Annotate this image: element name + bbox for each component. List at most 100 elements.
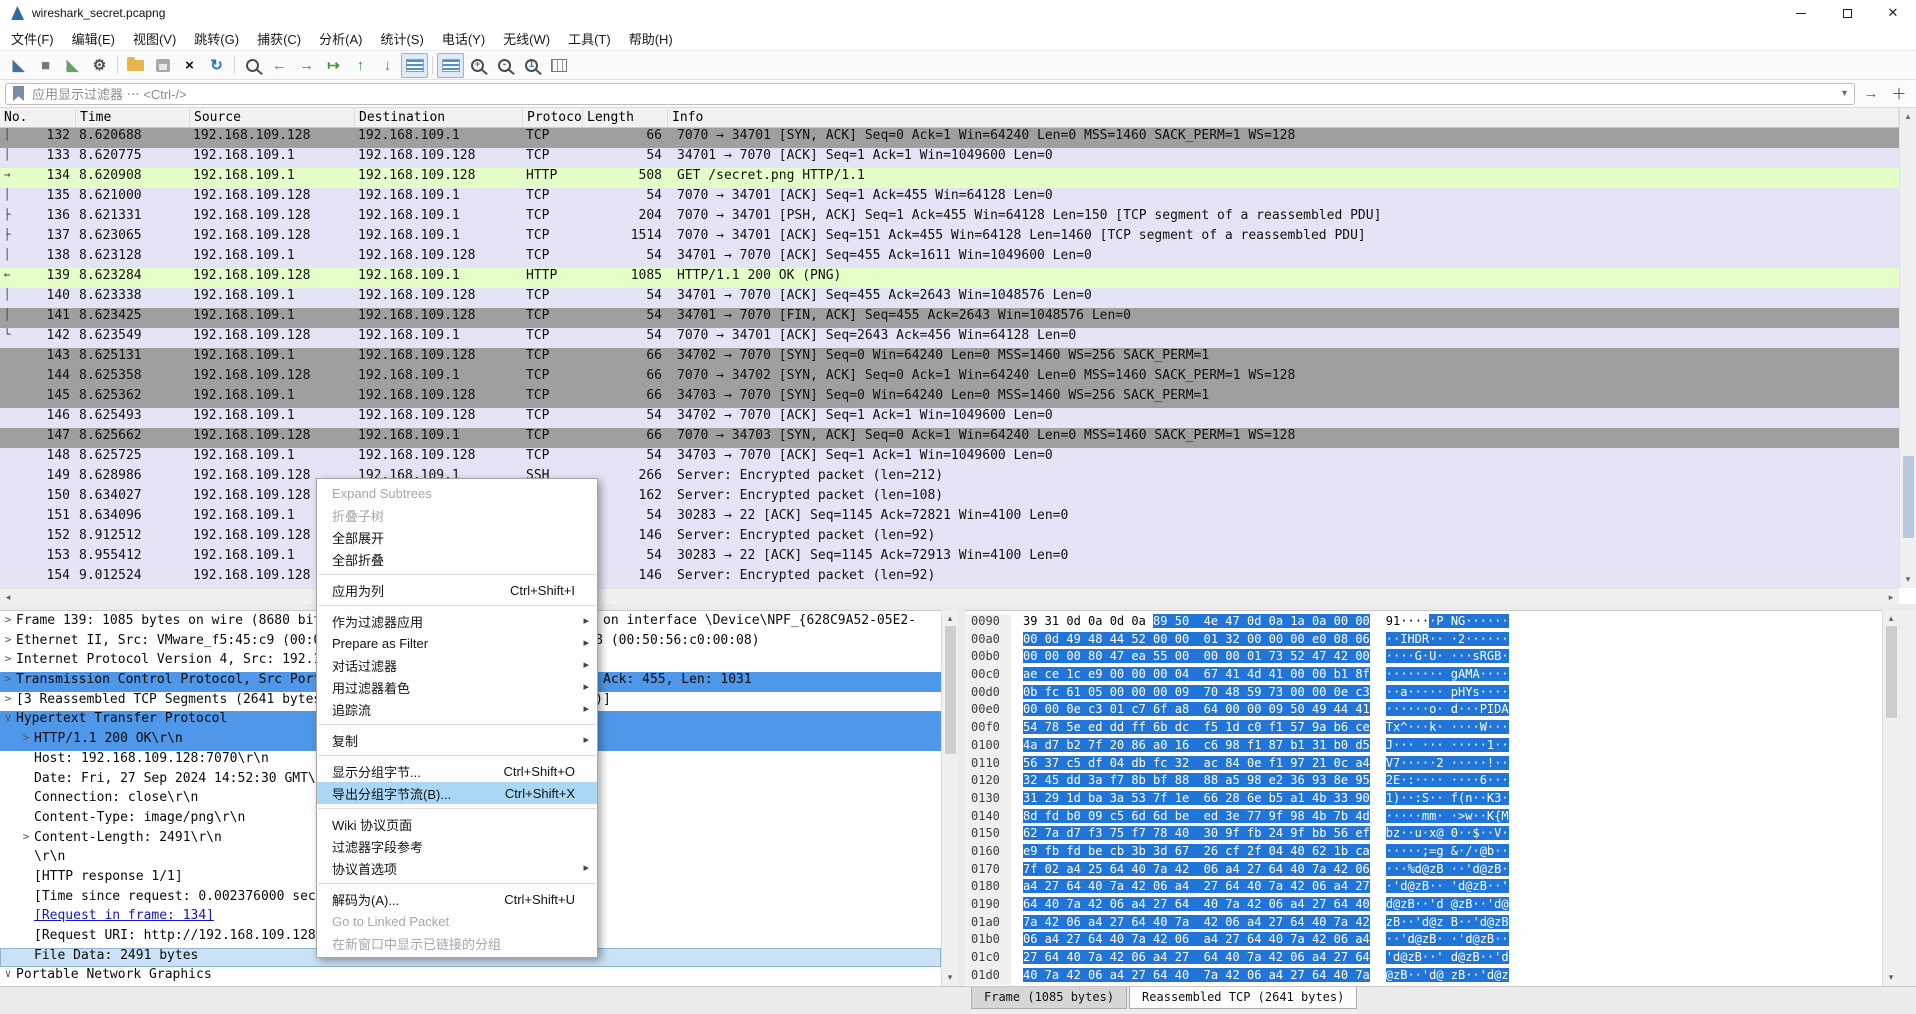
packet-row-147[interactable]: 1478.625662192.168.109.128192.168.109.1T… xyxy=(0,428,1899,448)
menu-item-1[interactable]: 编辑(E) xyxy=(63,26,124,51)
packet-row-136[interactable]: ├1368.621331192.168.109.128192.168.109.1… xyxy=(0,208,1899,228)
expand-arrow-icon[interactable]: > xyxy=(18,731,34,751)
menu-item-3[interactable]: 跳转(G) xyxy=(185,26,248,51)
context-menu-item-18[interactable]: Wiki 协议页面 xyxy=(317,813,597,835)
context-menu-item-11[interactable]: 追踪流 xyxy=(317,698,597,720)
scroll-up-icon[interactable]: ▴ xyxy=(1900,111,1916,122)
context-menu-item-16[interactable]: 导出分组字节流(B)...Ctrl+Shift+X xyxy=(317,782,597,804)
zoom-100-button[interactable]: 1 xyxy=(518,53,545,78)
hex-vertical-scrollbar[interactable]: ▴ ▾ xyxy=(1882,610,1899,986)
context-menu-item-2[interactable]: 全部展开 xyxy=(317,526,597,548)
context-menu-item-19[interactable]: 过滤器字段参考 xyxy=(317,835,597,857)
add-filter-button[interactable]: ＋ xyxy=(1887,83,1911,105)
filter-history-dropdown-icon[interactable]: ▾ xyxy=(1842,88,1847,99)
column-header-time[interactable]: Time xyxy=(76,108,190,127)
hex-row-01d0[interactable]: 01d040 7a 42 06 a4 27 64 40 7a 42 06 a4 … xyxy=(965,968,1882,986)
menu-item-10[interactable]: 帮助(H) xyxy=(620,26,682,51)
hex-row-0110[interactable]: 011056 37 c5 df 04 db fc 32 ac 84 0e f1 … xyxy=(965,756,1882,774)
detail-row-18[interactable]: ∨Portable Network Graphics xyxy=(0,967,941,986)
filter-bookmark-icon[interactable] xyxy=(13,86,24,101)
reload-button[interactable]: ↻ xyxy=(203,53,230,78)
menu-item-0[interactable]: 文件(F) xyxy=(2,26,63,51)
hex-row-01a0[interactable]: 01a07a 42 06 a4 27 64 40 7a 42 06 a4 27 … xyxy=(965,915,1882,933)
packet-row-153[interactable]: 1538.955412192.168.109.1192.168.109.128T… xyxy=(0,548,1899,568)
menu-item-4[interactable]: 捕获(C) xyxy=(248,26,310,51)
hex-row-0150[interactable]: 015062 7a d7 f3 75 f7 78 40 30 9f fb 24 … xyxy=(965,826,1882,844)
packet-row-146[interactable]: 1468.625493192.168.109.1192.168.109.128T… xyxy=(0,408,1899,428)
column-header-no[interactable]: No. xyxy=(0,108,76,127)
packet-row-154[interactable]: 1549.012524192.168.109.128192.168.109.1S… xyxy=(0,568,1899,588)
hex-row-0140[interactable]: 01408d fd b0 09 c5 6d 6d be ed 3e 77 9f … xyxy=(965,809,1882,827)
column-header-info[interactable]: Info xyxy=(668,108,1899,127)
hex-row-00d0[interactable]: 00d00b fc 61 05 00 00 00 09 70 48 59 73 … xyxy=(965,685,1882,703)
scroll-down-icon[interactable]: ▾ xyxy=(1900,574,1916,585)
menu-item-6[interactable]: 统计(S) xyxy=(371,26,432,51)
hex-row-00c0[interactable]: 00c0ae ce 1c e9 00 00 00 04 67 41 4d 41 … xyxy=(965,667,1882,685)
packet-list-horizontal-scrollbar[interactable]: ◂ ▸ xyxy=(0,588,1899,604)
maximize-button[interactable] xyxy=(1824,0,1870,26)
zoom-out-button[interactable]: - xyxy=(491,53,518,78)
expand-arrow-icon[interactable]: > xyxy=(18,830,34,850)
hex-row-0090[interactable]: 009039 31 0d 0a 0d 0a 89 50 4e 47 0d 0a … xyxy=(965,614,1882,632)
detail-vertical-scrollbar[interactable]: ▴ ▾ xyxy=(941,610,958,986)
hex-row-0120[interactable]: 012032 45 dd 3a f7 8b bf 88 88 a5 98 e2 … xyxy=(965,773,1882,791)
scroll-up-icon[interactable]: ▴ xyxy=(942,613,958,624)
packet-row-150[interactable]: 1508.634027192.168.109.128192.168.109.1S… xyxy=(0,488,1899,508)
packet-row-151[interactable]: 1518.634096192.168.109.1192.168.109.128T… xyxy=(0,508,1899,528)
packet-row-139[interactable]: ←1398.623284192.168.109.128192.168.109.1… xyxy=(0,268,1899,288)
scroll-down-icon[interactable]: ▾ xyxy=(942,972,958,983)
hex-row-01c0[interactable]: 01c027 64 40 7a 42 06 a4 27 64 40 7a 42 … xyxy=(965,950,1882,968)
expand-arrow-icon[interactable]: > xyxy=(0,692,16,712)
go-last-button[interactable]: ↓ xyxy=(374,53,401,78)
menu-item-5[interactable]: 分析(A) xyxy=(310,26,371,51)
packet-row-135[interactable]: │1358.621000192.168.109.128192.168.109.1… xyxy=(0,188,1899,208)
packet-row-140[interactable]: │1408.623338192.168.109.1192.168.109.128… xyxy=(0,288,1899,308)
packet-row-137[interactable]: ├1378.623065192.168.109.128192.168.109.1… xyxy=(0,228,1899,248)
go-first-button[interactable]: ↑ xyxy=(347,53,374,78)
menu-item-2[interactable]: 视图(V) xyxy=(124,26,185,51)
menu-item-9[interactable]: 工具(T) xyxy=(559,26,620,51)
display-filter-input[interactable]: 应用显示过滤器 ⋯ <Ctrl-/> ▾ xyxy=(5,83,1855,105)
close-button[interactable]: ✕ xyxy=(1870,0,1916,26)
packet-row-149[interactable]: 1498.628986192.168.109.128192.168.109.1S… xyxy=(0,468,1899,488)
go-forward-button[interactable]: → xyxy=(293,53,320,78)
packet-row-134[interactable]: →1348.620908192.168.109.1192.168.109.128… xyxy=(0,168,1899,188)
start-capture-button[interactable]: ◣ xyxy=(5,53,32,78)
expand-arrow-icon[interactable]: ∨ xyxy=(0,711,16,731)
hex-row-00e0[interactable]: 00e000 00 0e c3 01 c7 6f a8 64 00 00 09 … xyxy=(965,702,1882,720)
resize-columns-button[interactable] xyxy=(545,53,572,78)
context-menu-item-3[interactable]: 全部折叠 xyxy=(317,548,597,570)
packet-row-152[interactable]: 1528.912512192.168.109.128192.168.109.1S… xyxy=(0,528,1899,548)
go-to-packet-button[interactable]: ↦ xyxy=(320,53,347,78)
hex-row-0130[interactable]: 013031 29 1d ba 3a 53 7f 1e 66 28 6e b5 … xyxy=(965,791,1882,809)
go-back-button[interactable]: ← xyxy=(266,53,293,78)
hex-row-0180[interactable]: 0180a4 27 64 40 7a 42 06 a4 27 64 40 7a … xyxy=(965,879,1882,897)
hex-row-0190[interactable]: 019064 40 7a 42 06 a4 27 64 40 7a 42 06 … xyxy=(965,897,1882,915)
close-file-button[interactable]: × xyxy=(176,53,203,78)
expand-arrow-icon[interactable]: > xyxy=(0,652,16,672)
tab-reassembled-tcp[interactable]: Reassembled TCP (2641 bytes) xyxy=(1129,987,1357,1009)
colorize-button[interactable] xyxy=(401,53,428,78)
context-menu-item-9[interactable]: 对话过滤器 xyxy=(317,654,597,676)
packet-row-148[interactable]: 1488.625725192.168.109.1192.168.109.128T… xyxy=(0,448,1899,468)
packet-list-header[interactable]: No.TimeSourceDestinationProtocolLengthIn… xyxy=(0,108,1899,128)
context-menu-item-22[interactable]: 解码为(A)...Ctrl+Shift+U xyxy=(317,888,597,910)
pane-divider[interactable] xyxy=(958,610,965,1014)
expand-arrow-icon[interactable]: > xyxy=(0,613,16,633)
context-menu-item-7[interactable]: 作为过滤器应用 xyxy=(317,610,597,632)
expand-arrow-icon[interactable]: > xyxy=(0,672,16,692)
hex-row-00f0[interactable]: 00f054 78 5e ed dd ff 6b dc f5 1d c0 f1 … xyxy=(965,720,1882,738)
find-packet-button[interactable] xyxy=(239,53,266,78)
stop-capture-button[interactable]: ■ xyxy=(32,53,59,78)
save-file-button[interactable] xyxy=(149,53,176,78)
context-menu-item-10[interactable]: 用过滤器着色 xyxy=(317,676,597,698)
scrollbar-thumb[interactable] xyxy=(945,626,956,754)
packet-row-144[interactable]: 1448.625358192.168.109.128192.168.109.1T… xyxy=(0,368,1899,388)
zoom-in-button[interactable]: + xyxy=(464,53,491,78)
scroll-left-icon[interactable]: ◂ xyxy=(3,592,13,603)
expand-arrow-icon[interactable]: > xyxy=(0,633,16,653)
hex-row-0160[interactable]: 0160e9 fb fd be cb 3b 3d 67 26 cf 2f 04 … xyxy=(965,844,1882,862)
context-menu-item-13[interactable]: 复制 xyxy=(317,729,597,751)
apply-filter-button[interactable]: → xyxy=(1859,83,1883,105)
packet-row-133[interactable]: │1338.620775192.168.109.1192.168.109.128… xyxy=(0,148,1899,168)
